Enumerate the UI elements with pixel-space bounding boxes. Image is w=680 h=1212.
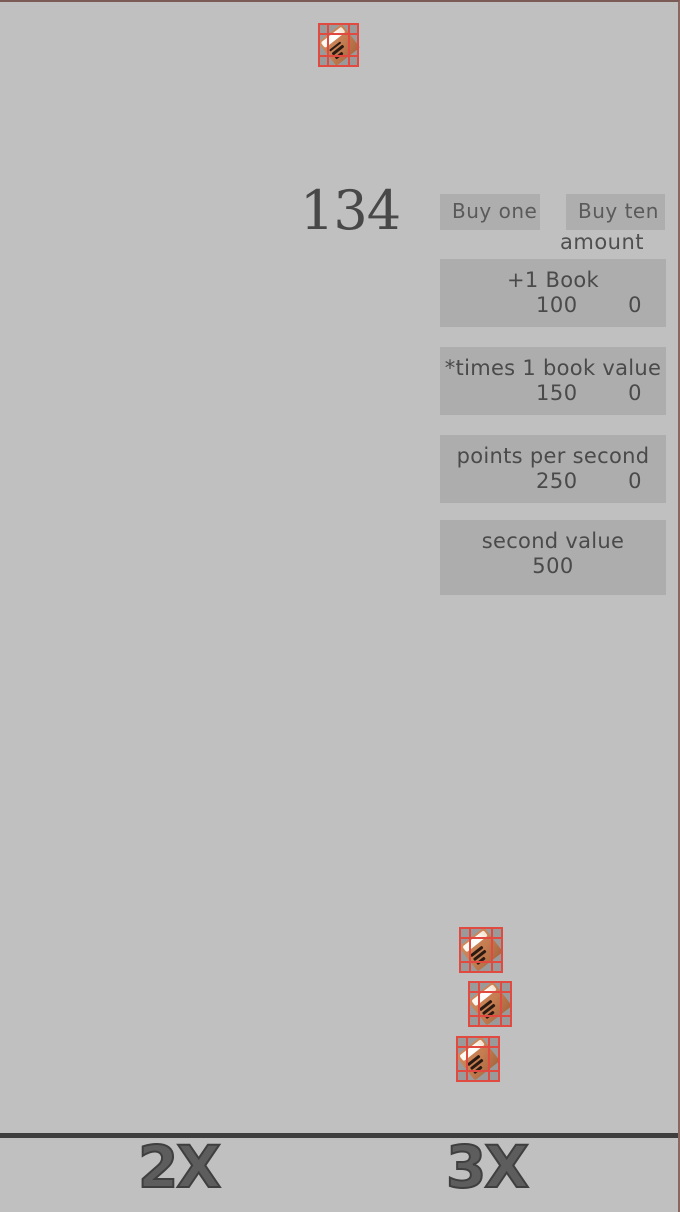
- selection-frame: [318, 23, 359, 67]
- upgrade-owned: 0: [628, 469, 642, 493]
- selection-bracket-right: [488, 1036, 491, 1082]
- selection-bracket-bottom: [318, 55, 359, 58]
- multiplier-2x-button[interactable]: 2X: [137, 1132, 222, 1202]
- buy-ten-button[interactable]: Buy ten: [566, 194, 665, 230]
- selection-frame: [456, 1036, 500, 1082]
- selection-bracket-top: [456, 1046, 500, 1049]
- bottom-bar: [0, 1138, 678, 1212]
- upgrade-title: *times 1 book value: [444, 356, 662, 380]
- upgrade-cost: 150: [536, 381, 578, 405]
- selection-bracket-left: [468, 927, 471, 973]
- upgrade-title: +1 Book: [507, 268, 599, 292]
- amount-label: amount: [560, 230, 645, 254]
- upgrade-row[interactable]: points per second 250 0: [440, 435, 666, 503]
- upgrade-cost: 500: [532, 554, 574, 578]
- book-icon[interactable]: [467, 981, 513, 1027]
- selection-bracket-right: [347, 23, 350, 67]
- selection-bracket-top: [468, 991, 512, 994]
- selection-bracket-bottom: [456, 1069, 500, 1072]
- selection-frame: [459, 927, 503, 973]
- selection-bracket-bottom: [468, 1014, 512, 1017]
- upgrade-stats: 250 0: [440, 468, 666, 503]
- book-icon[interactable]: [458, 927, 504, 973]
- selection-frame: [468, 981, 512, 1027]
- selection-bracket-bottom: [459, 960, 503, 963]
- upgrade-row[interactable]: +1 Book 100 0: [440, 259, 666, 327]
- book-icon[interactable]: [317, 23, 360, 67]
- game-screen: 134 Buy one Buy ten amount +1 Book 100 0…: [0, 0, 680, 1212]
- upgrade-title: second value: [481, 529, 625, 553]
- selection-bracket-right: [491, 927, 494, 973]
- bottom-divider: [0, 1133, 678, 1138]
- book-icon[interactable]: [455, 1036, 501, 1082]
- upgrade-cost: 250: [536, 469, 578, 493]
- upgrade-stats: 150 0: [440, 380, 666, 415]
- selection-bracket-top: [459, 937, 503, 940]
- multiplier-3x-button[interactable]: 3X: [445, 1132, 530, 1202]
- selection-bracket-left: [327, 23, 330, 67]
- upgrade-cost: 100: [536, 293, 578, 317]
- upgrade-row[interactable]: second value 500: [440, 520, 666, 595]
- upgrade-owned: 0: [628, 293, 642, 317]
- buy-one-button[interactable]: Buy one: [440, 194, 540, 230]
- selection-bracket-left: [477, 981, 480, 1027]
- upgrade-row[interactable]: *times 1 book value 150 0: [440, 347, 666, 415]
- upgrade-stats: 500: [440, 553, 666, 588]
- score-counter: 134: [300, 179, 401, 242]
- selection-bracket-right: [500, 981, 503, 1027]
- selection-bracket-left: [465, 1036, 468, 1082]
- upgrade-stats: 100 0: [440, 292, 666, 327]
- upgrade-title: points per second: [456, 444, 650, 468]
- upgrade-owned: 0: [628, 381, 642, 405]
- selection-bracket-top: [318, 32, 359, 35]
